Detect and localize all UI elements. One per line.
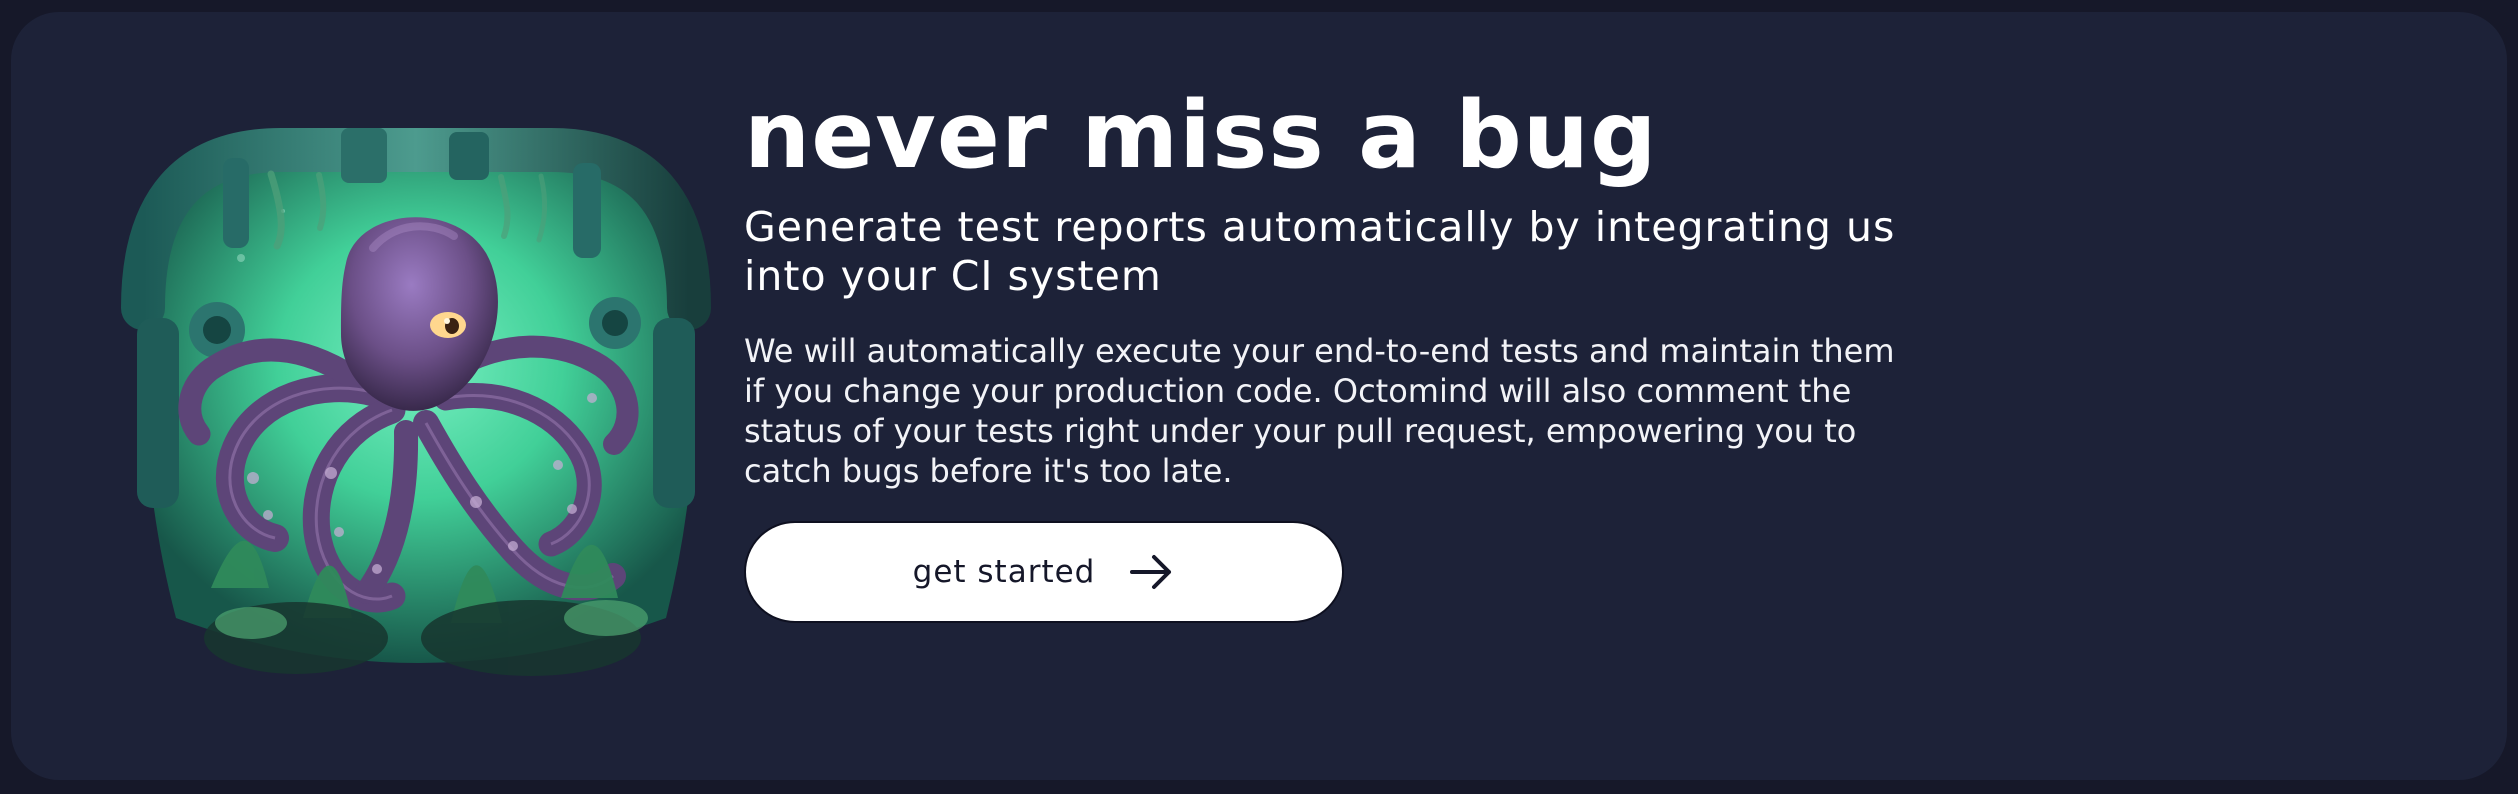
hero-content: never miss a bug Generate test reports a… (744, 82, 1924, 623)
hero-subheadline: Generate test reports automatically by i… (744, 202, 1896, 300)
hero-description: We will automatically execute your end-t… (744, 331, 1895, 490)
hero-headline: never miss a bug (744, 81, 1658, 189)
octopus-illustration (121, 118, 711, 696)
arrow-right-icon (1130, 554, 1172, 589)
get-started-label: get started (912, 553, 1096, 590)
hero-card: never miss a bug Generate test reports a… (11, 12, 2507, 780)
get-started-button[interactable]: get started (744, 520, 1344, 623)
